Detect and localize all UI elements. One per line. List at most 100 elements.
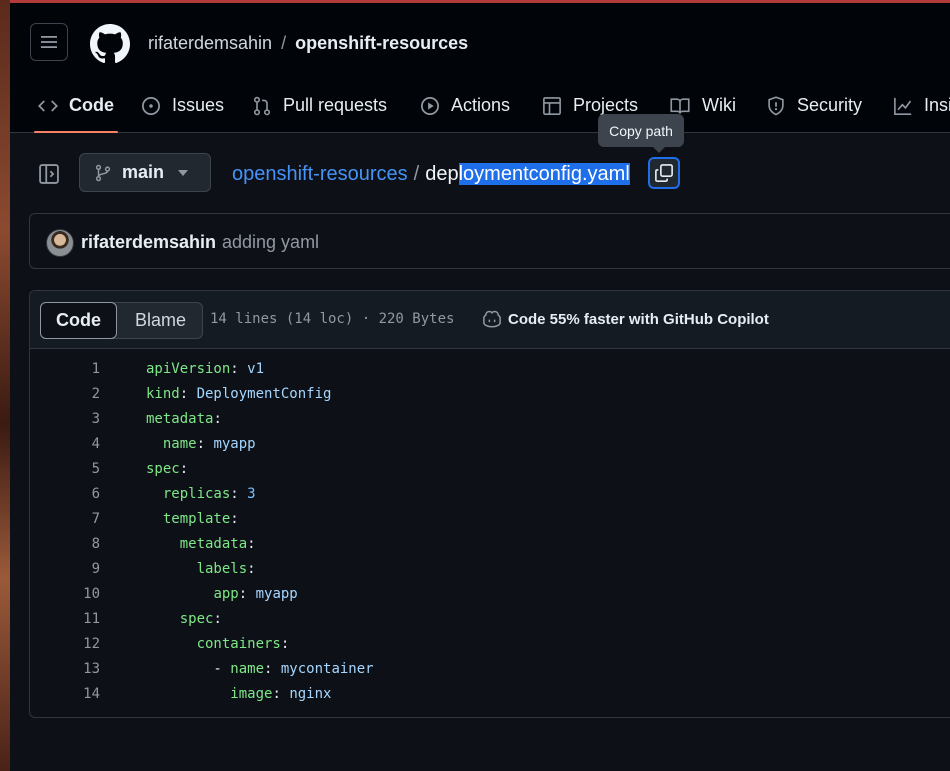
- latest-commit-bar: rifaterdemsahin adding yaml: [29, 213, 950, 269]
- repo-nav: Code Issues Pull requests Actions Projec…: [10, 79, 950, 133]
- line-number[interactable]: 14: [70, 686, 100, 702]
- yaml-colon: :: [247, 536, 256, 552]
- yaml-key: replicas: [162, 486, 231, 502]
- tab-label: Code: [69, 95, 114, 115]
- tab-label: Wiki: [702, 95, 736, 115]
- file-name: deploymentconfig.yaml: [425, 163, 630, 185]
- yaml-colon: :: [280, 636, 290, 652]
- triangle-down-icon: [178, 169, 189, 176]
- yaml-key: template: [162, 511, 231, 527]
- file-name-selected-text: loymentconfig.yaml: [458, 163, 630, 185]
- tab-pull-requests[interactable]: Pull requests: [252, 79, 387, 132]
- yaml-value: 3: [247, 486, 256, 502]
- code-line: name: myapp: [146, 436, 256, 452]
- yaml-key: metadata: [179, 536, 248, 552]
- yaml-colon: :: [230, 486, 248, 502]
- copy-path-tooltip: Copy path: [598, 114, 684, 153]
- issue-opened-icon: [142, 96, 160, 115]
- yaml-key: app: [213, 586, 239, 602]
- code-line: app: myapp: [146, 586, 297, 602]
- commit-message-link[interactable]: adding yaml: [222, 232, 319, 253]
- git-branch-icon: [95, 164, 111, 181]
- tab-issues[interactable]: Issues: [141, 79, 224, 132]
- yaml-key: spec: [179, 611, 214, 627]
- yaml-colon: :: [264, 661, 281, 677]
- file-viewer: Code Blame 14 lines (14 loc) · 220 Bytes…: [29, 290, 950, 718]
- desktop-background: [0, 0, 10, 771]
- yaml-key: labels: [196, 561, 248, 577]
- tab-label: Issues: [172, 95, 225, 115]
- code-view-button[interactable]: Code: [40, 302, 117, 339]
- tab-insights[interactable]: Insi: [893, 79, 950, 132]
- yaml-colon: :: [272, 686, 290, 702]
- tab-label: Pull requests: [283, 95, 388, 115]
- code-line: image: nginx: [146, 686, 331, 702]
- commit-author-link[interactable]: rifaterdemsahin: [81, 232, 216, 253]
- copy-path-button[interactable]: [648, 157, 680, 189]
- yaml-colon: :: [238, 586, 256, 602]
- line-number[interactable]: 5: [70, 461, 100, 477]
- repo-name-link[interactable]: openshift-resources: [295, 33, 468, 53]
- copilot-icon: [483, 310, 501, 328]
- tab-actions[interactable]: Actions: [420, 79, 510, 132]
- github-logo-icon[interactable]: [90, 24, 130, 64]
- avatar[interactable]: [46, 229, 74, 257]
- tab-security[interactable]: Security: [766, 79, 862, 132]
- copy-icon: [655, 164, 673, 182]
- tab-label: Actions: [451, 95, 511, 115]
- graph-icon: [894, 97, 912, 115]
- yaml-key: containers: [196, 636, 281, 652]
- line-number[interactable]: 11: [70, 611, 100, 627]
- yaml-value: nginx: [289, 686, 332, 702]
- shield-icon: [768, 95, 784, 115]
- code-line: labels:: [146, 561, 256, 577]
- code-line: template:: [146, 511, 239, 527]
- hamburger-icon: [41, 36, 57, 48]
- code-line: spec:: [146, 461, 188, 477]
- git-pull-request-icon: [253, 96, 271, 115]
- yaml-key: kind: [146, 386, 180, 402]
- file-path-breadcrumb: openshift-resources / deploymentconfig.yam…: [232, 163, 630, 186]
- code-line: metadata:: [146, 411, 222, 427]
- branch-name: main: [122, 162, 165, 182]
- expand-file-tree-icon[interactable]: [38, 163, 60, 185]
- yaml-key: name: [162, 436, 197, 452]
- yaml-colon: :: [230, 361, 248, 377]
- yaml-key: metadata: [146, 411, 214, 427]
- copilot-promo-link[interactable]: Code 55% faster with GitHub Copilot: [482, 310, 769, 328]
- yaml-value: v1: [247, 361, 265, 377]
- line-number[interactable]: 2: [70, 386, 100, 402]
- line-number[interactable]: 4: [70, 436, 100, 452]
- github-file-view: rifaterdemsahin / openshift-resources Code…: [10, 3, 950, 771]
- branch-selector-button[interactable]: main: [79, 153, 211, 192]
- yaml-value: mycontainer: [280, 661, 374, 677]
- blame-view-button[interactable]: Blame: [116, 303, 202, 338]
- yaml-colon: :: [230, 511, 239, 527]
- line-number[interactable]: 9: [70, 561, 100, 577]
- line-number[interactable]: 1: [70, 361, 100, 377]
- breadcrumb-repo-link[interactable]: openshift-resources: [232, 163, 408, 185]
- line-number[interactable]: 13: [70, 661, 100, 677]
- line-number[interactable]: 12: [70, 636, 100, 652]
- line-number[interactable]: 7: [70, 511, 100, 527]
- line-number[interactable]: 3: [70, 411, 100, 427]
- code-line: metadata:: [146, 536, 256, 552]
- menu-button[interactable]: [30, 23, 68, 61]
- tab-label: Insi: [924, 95, 950, 115]
- line-number[interactable]: 8: [70, 536, 100, 552]
- tab-code[interactable]: Code: [34, 79, 118, 133]
- file-name-unselected: dep: [425, 163, 459, 185]
- repo-breadcrumb: rifaterdemsahin / openshift-resources: [148, 33, 468, 54]
- line-number[interactable]: 6: [70, 486, 100, 502]
- repo-owner-link[interactable]: rifaterdemsahin: [148, 33, 272, 53]
- yaml-value: DeploymentConfig: [196, 386, 332, 402]
- code-line: spec:: [146, 611, 222, 627]
- yaml-colon: :: [213, 611, 222, 627]
- line-number[interactable]: 10: [70, 586, 100, 602]
